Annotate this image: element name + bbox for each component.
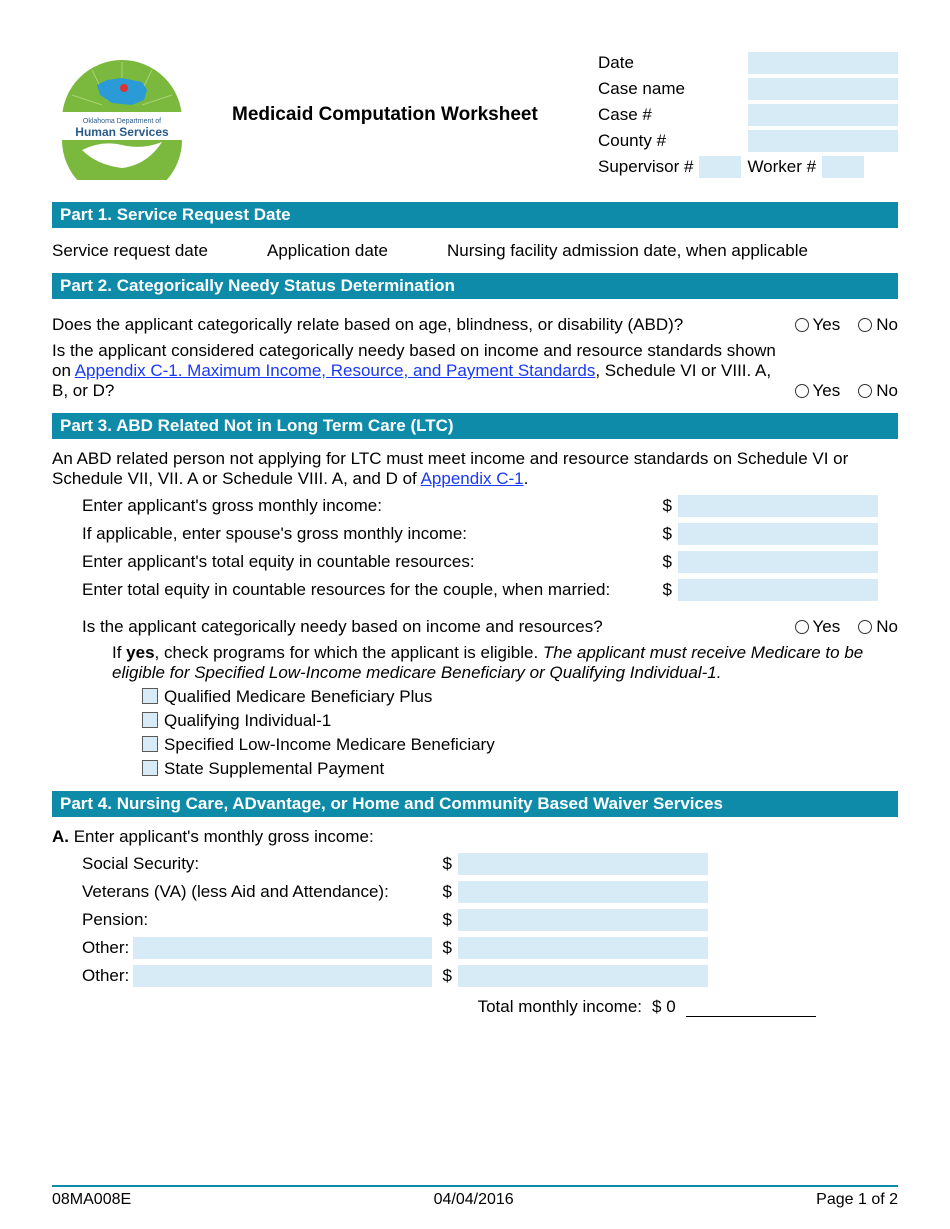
- p2-q2-text: Is the applicant considered categoricall…: [52, 341, 777, 401]
- prog-label-1: Qualifying Individual-1: [164, 711, 331, 730]
- p3-q-yes[interactable]: Yes: [795, 617, 841, 637]
- p4-ss-label: Social Security:: [82, 854, 199, 874]
- p2-q2-no[interactable]: No: [858, 381, 898, 401]
- p4-other1-field[interactable]: [458, 937, 708, 959]
- county-no-field[interactable]: [748, 130, 898, 152]
- p4-other1-label: Other:: [82, 938, 129, 958]
- admission-date-label: Nursing facility admission date, when ap…: [447, 241, 898, 261]
- date-label: Date: [598, 53, 634, 73]
- p4-va-field[interactable]: [458, 881, 708, 903]
- p3-r4-label: Enter total equity in countable resource…: [82, 580, 652, 600]
- p4-ss-field[interactable]: [458, 853, 708, 875]
- p3-ifyes-text: If yes, check programs for which the app…: [112, 643, 898, 683]
- case-no-label: Case #: [598, 105, 652, 125]
- case-no-field[interactable]: [748, 104, 898, 126]
- supervisor-no-label: Supervisor #: [598, 157, 693, 177]
- p3-r1-label: Enter applicant's gross monthly income:: [82, 496, 652, 516]
- worker-no-field[interactable]: [822, 156, 864, 178]
- prog-label-3: State Supplemental Payment: [164, 759, 384, 778]
- agency-logo: Oklahoma Department of Human Services: [52, 50, 192, 180]
- p4-pension-field[interactable]: [458, 909, 708, 931]
- p3-spouse-income-field[interactable]: [678, 523, 878, 545]
- p3-intro: An ABD related person not applying for L…: [52, 449, 898, 489]
- page-title: Medicaid Computation Worksheet: [232, 104, 568, 126]
- p3-couple-equity-field[interactable]: [678, 579, 878, 601]
- p4-total-label: Total monthly income:: [442, 997, 642, 1017]
- p4-va-label: Veterans (VA) (less Aid and Attendance):: [82, 882, 389, 902]
- part4-header: Part 4. Nursing Care, ADvantage, or Home…: [52, 791, 898, 817]
- part2-header: Part 2. Categorically Needy Status Deter…: [52, 273, 898, 299]
- p4-pension-label: Pension:: [82, 910, 148, 930]
- dollar-sign: $: [658, 496, 672, 516]
- p4-other2-field[interactable]: [458, 965, 708, 987]
- p3-r3-label: Enter applicant's total equity in counta…: [82, 552, 652, 572]
- prog-check-3[interactable]: [142, 760, 158, 776]
- footer-date: 04/04/2016: [434, 1191, 514, 1209]
- appendix-c1-link[interactable]: Appendix C-1. Maximum Income, Resource, …: [75, 361, 596, 380]
- p2-q2-yes[interactable]: Yes: [795, 381, 841, 401]
- appendix-c1-link-2[interactable]: Appendix C-1: [421, 469, 524, 488]
- county-no-label: County #: [598, 131, 666, 151]
- p4-other2-label: Other:: [82, 966, 129, 986]
- date-field[interactable]: [748, 52, 898, 74]
- p3-q-no[interactable]: No: [858, 617, 898, 637]
- p4-total-value: 0: [666, 997, 675, 1016]
- worker-no-label: Worker #: [747, 157, 816, 177]
- dollar-sign: $: [652, 997, 661, 1016]
- p3-gross-income-field[interactable]: [678, 495, 878, 517]
- service-request-date-label: Service request date: [52, 241, 247, 261]
- part1-header: Part 1. Service Request Date: [52, 202, 898, 228]
- prog-check-2[interactable]: [142, 736, 158, 752]
- svg-text:Human Services: Human Services: [75, 125, 169, 139]
- p2-q1-no[interactable]: No: [858, 315, 898, 335]
- footer-page: Page 1 of 2: [816, 1191, 898, 1209]
- p4-other2-desc-field[interactable]: [133, 965, 432, 987]
- p2-q1-text: Does the applicant categorically relate …: [52, 315, 777, 335]
- footer-form-no: 08MA008E: [52, 1191, 131, 1209]
- case-name-label: Case name: [598, 79, 685, 99]
- case-name-field[interactable]: [748, 78, 898, 100]
- p3-q-text: Is the applicant categorically needy bas…: [82, 617, 777, 637]
- p4-total-underline: [686, 998, 816, 1017]
- supervisor-no-field[interactable]: [699, 156, 741, 178]
- p4-other1-desc-field[interactable]: [133, 937, 432, 959]
- part3-header: Part 3. ABD Related Not in Long Term Car…: [52, 413, 898, 439]
- prog-label-2: Specified Low-Income Medicare Beneficiar…: [164, 735, 495, 754]
- prog-check-1[interactable]: [142, 712, 158, 728]
- application-date-label: Application date: [267, 241, 427, 261]
- p4-a-heading: A. Enter applicant's monthly gross incom…: [52, 827, 898, 847]
- svg-text:Oklahoma Department of: Oklahoma Department of: [83, 118, 161, 125]
- prog-check-0[interactable]: [142, 688, 158, 704]
- prog-label-0: Qualified Medicare Beneficiary Plus: [164, 687, 432, 706]
- p3-r2-label: If applicable, enter spouse's gross mont…: [82, 524, 652, 544]
- p2-q1-yes[interactable]: Yes: [795, 315, 841, 335]
- p3-equity-field[interactable]: [678, 551, 878, 573]
